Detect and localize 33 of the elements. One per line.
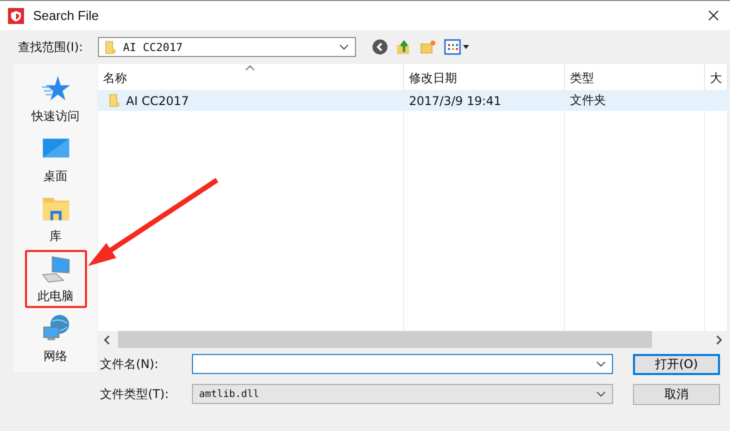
view-menu-icon[interactable] <box>444 39 470 55</box>
back-icon[interactable] <box>372 39 388 55</box>
chevron-down-icon[interactable] <box>596 391 606 397</box>
computer-icon <box>40 254 70 284</box>
folder-icon <box>109 93 121 108</box>
file-type-dropdown[interactable]: amtlib.dll <box>192 384 613 404</box>
file-name-field[interactable] <box>192 354 613 374</box>
folder-icon <box>105 40 117 54</box>
sidebar-item[interactable]: 库 <box>24 190 86 248</box>
look-in-dropdown[interactable]: AI CC2017 <box>98 37 356 57</box>
network-icon <box>40 314 70 344</box>
table-cell: AI CC2017 <box>126 94 189 108</box>
up-folder-icon[interactable] <box>396 39 412 55</box>
file-name-label: 文件名(N): <box>99 356 160 372</box>
table-cell: 文件夹 <box>570 92 606 109</box>
window-title: Search File <box>33 8 99 23</box>
file-type-label: 文件类型(T): <box>99 386 170 402</box>
horizontal-scrollbar[interactable] <box>98 331 728 348</box>
app-logo-icon <box>8 8 24 24</box>
sidebar-item[interactable]: 网络 <box>24 310 86 368</box>
scroll-left-icon[interactable] <box>103 334 111 344</box>
sidebar-item[interactable]: 快速访问 <box>24 70 86 128</box>
table-cell: 2017/3/9 19:41 <box>409 94 502 108</box>
chevron-down-icon[interactable] <box>596 361 606 367</box>
cancel-button[interactable]: 取消 <box>633 384 720 404</box>
sidebar-item[interactable]: 桌面 <box>24 130 86 188</box>
file-row[interactable]: AI CC2017 2017/3/9 19:41 文件夹 <box>98 90 728 111</box>
scroll-right-icon[interactable] <box>715 334 723 344</box>
close-icon[interactable] <box>708 10 719 21</box>
sidebar-item[interactable]: 此电脑 <box>24 250 86 308</box>
open-button[interactable]: 打开(O) <box>633 354 720 374</box>
chevron-down-icon <box>339 44 349 50</box>
look-in-label: 查找范围(I): <box>18 38 84 56</box>
